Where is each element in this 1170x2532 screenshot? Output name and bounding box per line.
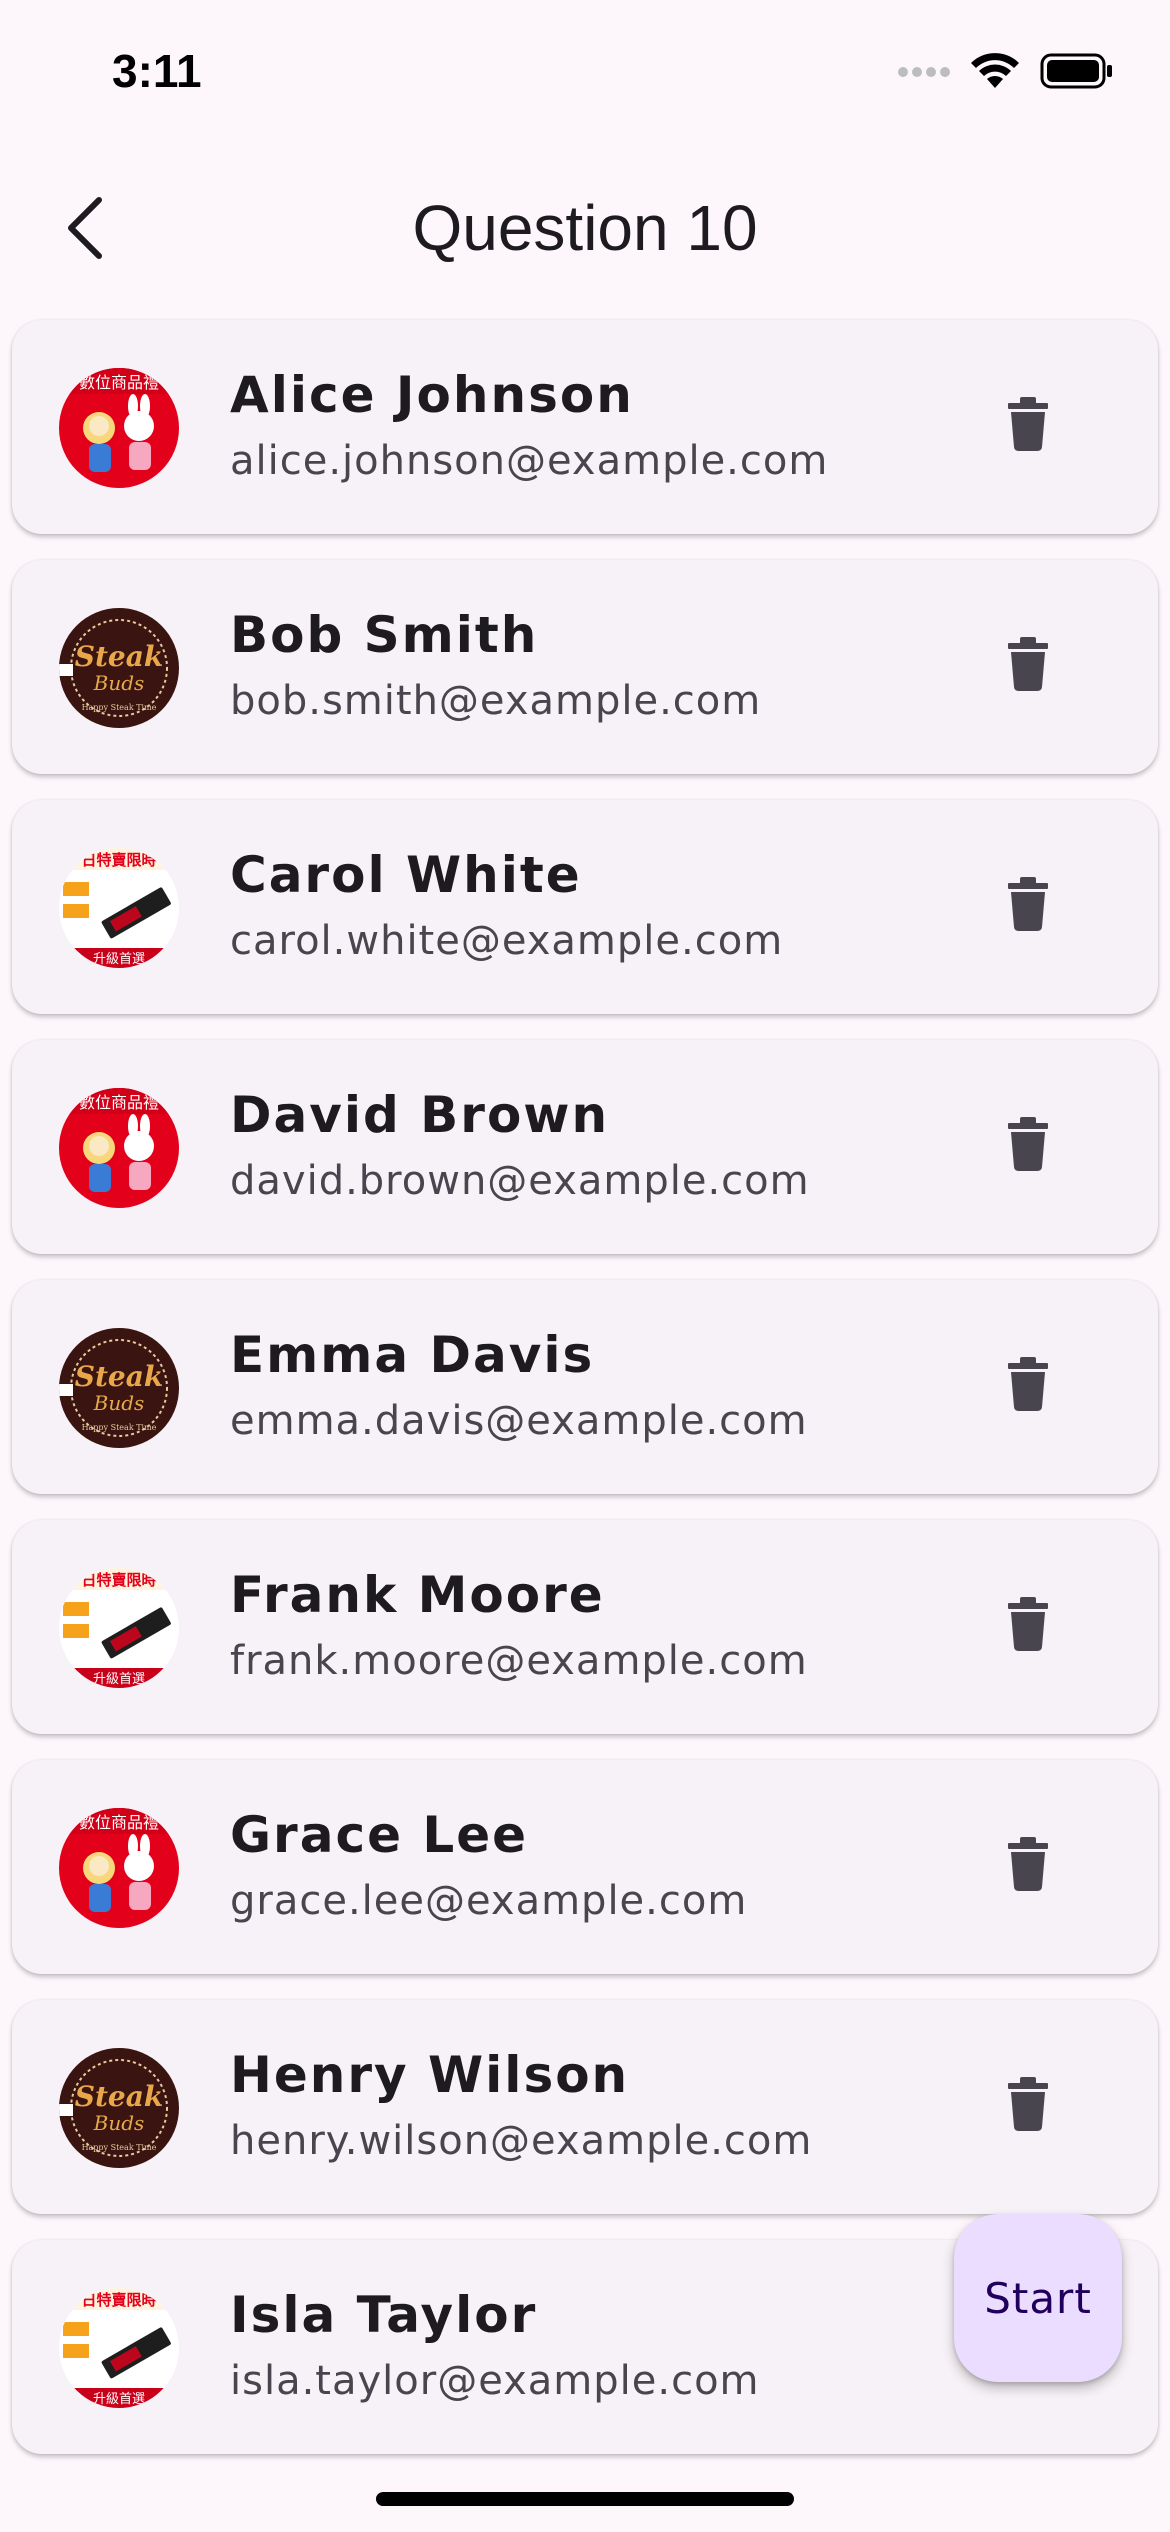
contact-card[interactable]: 數位商品禮 Alice Johnson alice.johnson@example… (12, 320, 1158, 534)
svg-text:數位商品禮: 數位商品禮 (79, 1093, 159, 1112)
delete-button[interactable] (988, 866, 1068, 946)
contact-card[interactable]: 日特賣限時 升級首選 Carol White carol.white@exampl… (12, 800, 1158, 1014)
trash-icon (1008, 2077, 1048, 2135)
trash-icon (1008, 1837, 1048, 1895)
contact-email: grace.lee@example.com (230, 1878, 748, 1924)
contact-card[interactable]: Steak Buds Happy Steak Time Emma Davis em… (12, 1280, 1158, 1494)
contact-email: frank.moore@example.com (230, 1638, 808, 1684)
contact-card[interactable]: Steak Buds Happy Steak Time Bob Smith bob… (12, 560, 1158, 774)
trash-icon (1008, 1117, 1048, 1175)
svg-text:Steak: Steak (75, 640, 164, 673)
contact-name: David Brown (230, 1086, 610, 1144)
avatar: 日特賣限時 升級首選 (59, 848, 179, 968)
avatar: 數位商品禮 (59, 1088, 179, 1208)
contact-list: 數位商品禮 Alice Johnson alice.johnson@example… (12, 320, 1158, 2480)
svg-text:Happy Steak Time: Happy Steak Time (82, 1423, 157, 1432)
contact-email: henry.wilson@example.com (230, 2118, 813, 2164)
contact-name: Isla Taylor (230, 2286, 538, 2344)
contact-card[interactable]: 數位商品禮 Grace Lee grace.lee@example.com (12, 1760, 1158, 1974)
trash-icon (1008, 877, 1048, 935)
avatar: 數位商品禮 (59, 1808, 179, 1928)
delete-button[interactable] (988, 1346, 1068, 1426)
avatar: 日特賣限時 升級首選 (59, 1568, 179, 1688)
svg-text:Steak: Steak (75, 2080, 164, 2113)
svg-text:Buds: Buds (93, 671, 145, 695)
contact-name: Frank Moore (230, 1566, 605, 1624)
svg-text:Happy Steak Time: Happy Steak Time (82, 703, 157, 712)
delete-button[interactable] (988, 1826, 1068, 1906)
delete-button[interactable] (988, 1586, 1068, 1666)
start-button[interactable]: Start (954, 2214, 1122, 2382)
contact-name: Bob Smith (230, 606, 539, 664)
svg-text:升級首選: 升級首選 (93, 952, 145, 967)
page-title: Question 10 (412, 192, 758, 264)
svg-text:Buds: Buds (93, 1391, 145, 1415)
avatar: Steak Buds Happy Steak Time (59, 2048, 179, 2168)
battery-icon (1040, 53, 1114, 93)
app-bar: Question 10 (0, 170, 1170, 285)
contact-name: Henry Wilson (230, 2046, 630, 2104)
contact-email: david.brown@example.com (230, 1158, 810, 1204)
trash-icon (1008, 1357, 1048, 1415)
contact-email: alice.johnson@example.com (230, 438, 829, 484)
svg-text:數位商品禮: 數位商品禮 (79, 373, 159, 392)
trash-icon (1008, 637, 1048, 695)
contact-name: Emma Davis (230, 1326, 595, 1384)
trash-icon (1008, 1597, 1048, 1655)
delete-button[interactable] (988, 626, 1068, 706)
svg-text:日特賣限時: 日特賣限時 (81, 1571, 156, 1589)
svg-text:升級首選: 升級首選 (93, 2392, 145, 2407)
contact-card[interactable]: 日特賣限時 升級首選 Frank Moore frank.moore@exampl… (12, 1520, 1158, 1734)
delete-button[interactable] (988, 1106, 1068, 1186)
contact-email: bob.smith@example.com (230, 678, 762, 724)
delete-button[interactable] (988, 2066, 1068, 2146)
contact-card[interactable]: Steak Buds Happy Steak Time Henry Wilson… (12, 2000, 1158, 2214)
contact-email: carol.white@example.com (230, 918, 784, 964)
svg-text:Steak: Steak (75, 1360, 164, 1393)
trash-icon (1008, 397, 1048, 455)
status-icons (898, 52, 1114, 94)
status-time: 3:11 (112, 45, 202, 97)
contact-name: Carol White (230, 846, 582, 904)
svg-text:日特賣限時: 日特賣限時 (81, 851, 156, 869)
avatar: 日特賣限時 升級首選 (59, 2288, 179, 2408)
avatar: 數位商品禮 (59, 368, 179, 488)
avatar: Steak Buds Happy Steak Time (59, 608, 179, 728)
wifi-icon (970, 52, 1020, 94)
contact-name: Grace Lee (230, 1806, 529, 1864)
contact-name: Alice Johnson (230, 366, 634, 424)
contact-email: isla.taylor@example.com (230, 2358, 760, 2404)
contact-email: emma.davis@example.com (230, 1398, 808, 1444)
home-indicator (376, 2492, 794, 2506)
svg-text:日特賣限時: 日特賣限時 (81, 2291, 156, 2309)
delete-button[interactable] (988, 386, 1068, 466)
status-bar: 3:11 (0, 0, 1170, 150)
svg-text:Happy Steak Time: Happy Steak Time (82, 2143, 157, 2152)
contact-card[interactable]: 數位商品禮 David Brown david.brown@example.com (12, 1040, 1158, 1254)
signal-icon (898, 64, 950, 83)
svg-text:升級首選: 升級首選 (93, 1672, 145, 1687)
avatar: Steak Buds Happy Steak Time (59, 1328, 179, 1448)
svg-text:Buds: Buds (93, 2111, 145, 2135)
svg-text:數位商品禮: 數位商品禮 (79, 1813, 159, 1832)
